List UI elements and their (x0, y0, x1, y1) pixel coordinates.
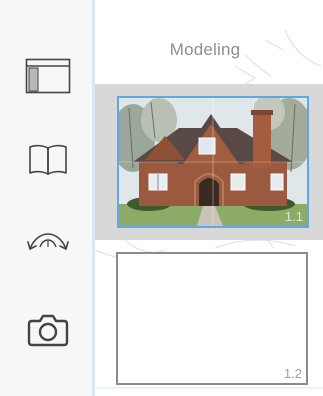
sheet-number-label: 1.2 (283, 366, 302, 381)
rotate-view-icon (26, 229, 70, 255)
left-toolbar (0, 0, 92, 396)
sheet-thumbnail-1[interactable]: 1.1 (117, 96, 309, 228)
notebook-tool-button[interactable] (18, 135, 78, 185)
house-preview-image (119, 98, 307, 226)
open-book-icon (28, 143, 68, 177)
sheets-panel: Modeling 1.1 1.2 (95, 0, 323, 396)
sheets-tool-button[interactable] (18, 51, 78, 101)
navigate-tool-button[interactable] (18, 217, 78, 267)
camera-tool-button[interactable] (18, 304, 78, 354)
panel-title: Modeling (169, 40, 241, 59)
sheet-panel-icon (25, 58, 71, 94)
camera-icon (27, 311, 69, 347)
sheet-number-label: 1.1 (284, 209, 303, 224)
sheet-thumbnail-2[interactable]: 1.2 (116, 252, 308, 385)
